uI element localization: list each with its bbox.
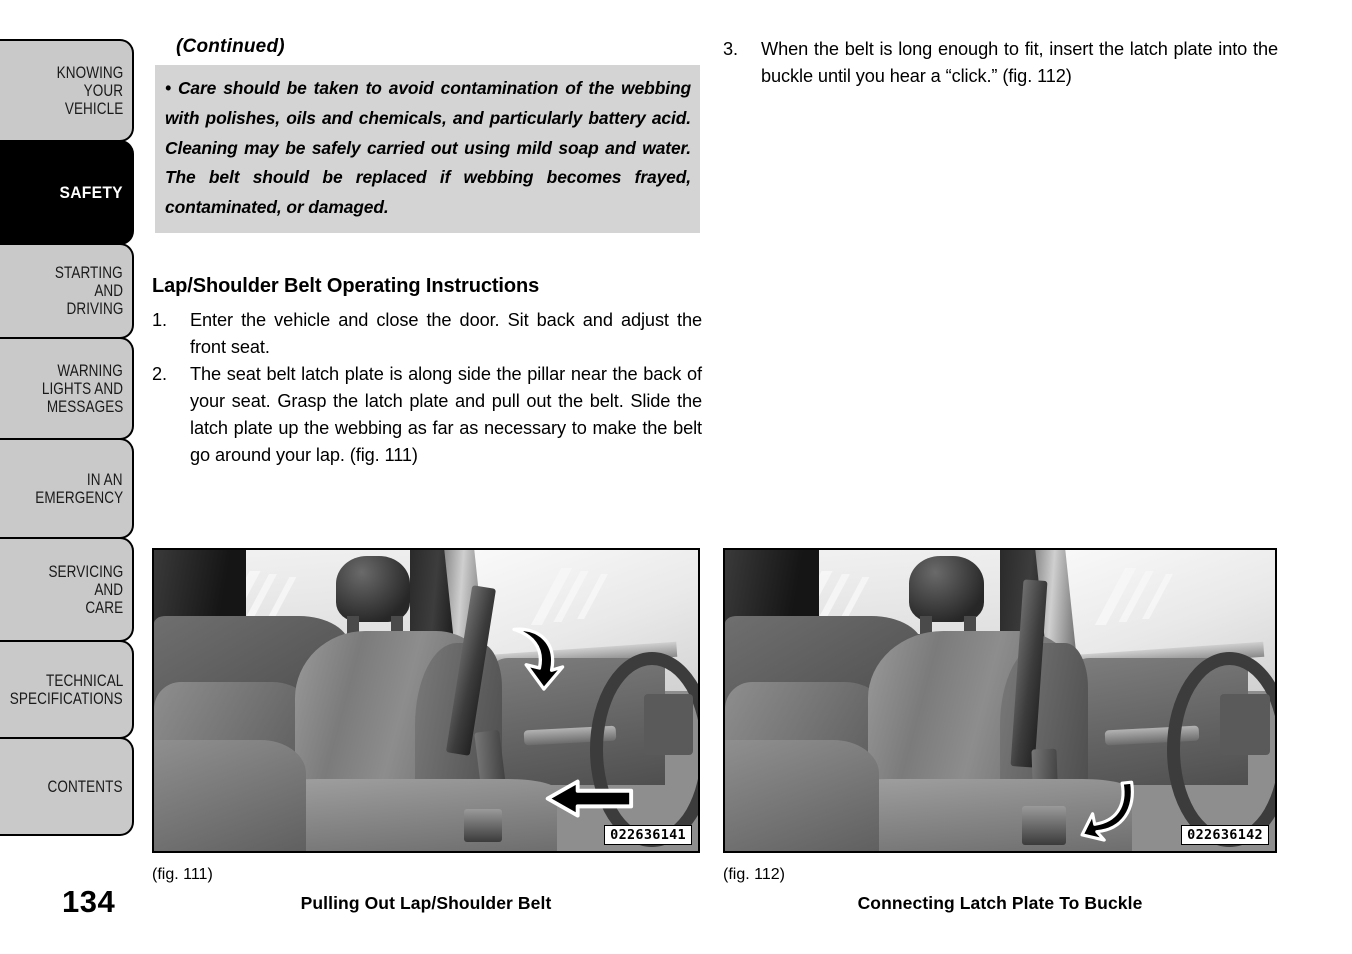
instruction-list-left: 1. Enter the vehicle and close the door.… xyxy=(152,307,702,469)
figure-112-caption: (fig. 112) xyxy=(723,866,785,883)
curved-arrow-down-left-icon xyxy=(1080,780,1134,842)
section-heading-lap-shoulder: Lap/Shoulder Belt Operating Instructions xyxy=(152,275,540,297)
car-interior-photo xyxy=(154,550,698,851)
instruction-step: 2. The seat belt latch plate is along si… xyxy=(152,361,702,469)
sidebar-tab-label: TECHNICAL xyxy=(45,671,123,690)
figure-111-image: 022636141 xyxy=(152,548,700,853)
sidebar-tab-label: DRIVING xyxy=(66,300,123,318)
sidebar-tab-safety[interactable]: SAFETY xyxy=(0,140,134,245)
sidebar-tab-label: MESSAGES xyxy=(46,397,123,416)
sidebar-tab-label: IN AN xyxy=(87,470,123,489)
car-interior-photo xyxy=(725,550,1275,851)
curved-arrow-down-icon xyxy=(512,627,565,691)
sidebar-tab-knowing-your-vehicle[interactable]: KNOWING YOUR VEHICLE xyxy=(0,39,134,142)
step-text: When the belt is long enough to fit, ins… xyxy=(761,39,1278,86)
figure-112-image: 022636142 xyxy=(723,548,1277,853)
figure-image-id: 022636141 xyxy=(604,825,692,845)
sidebar-tab-label: VEHICLE xyxy=(64,99,123,118)
step-number: 2. xyxy=(152,364,167,384)
warning-callout-text: • Care should be taken to avoid contamin… xyxy=(165,78,691,218)
sidebar-tab-technical-specifications[interactable]: TECHNICAL SPECIFICATIONS xyxy=(0,640,134,739)
instruction-step: 3. When the belt is long enough to fit, … xyxy=(723,36,1278,90)
step-number: 1. xyxy=(152,310,167,330)
sidebar-tab-label: KNOWING xyxy=(56,63,123,82)
step-text: Enter the vehicle and close the door. Si… xyxy=(190,310,702,357)
warning-callout-box: • Care should be taken to avoid contamin… xyxy=(155,65,700,233)
instruction-list-right: 3. When the belt is long enough to fit, … xyxy=(723,36,1278,90)
instruction-step: 1. Enter the vehicle and close the door.… xyxy=(152,307,702,361)
sidebar-tab-label: CARE xyxy=(85,598,123,617)
sidebar-tab-contents[interactable]: CONTENTS xyxy=(0,737,134,836)
page-number: 134 xyxy=(62,884,116,919)
figure-111-title: Pulling Out Lap/Shoulder Belt xyxy=(300,893,552,913)
sidebar-tab-servicing-and-care[interactable]: SERVICING AND CARE xyxy=(0,537,134,642)
sidebar-tab-warning-lights-and-messages[interactable]: WARNING LIGHTS AND MESSAGES xyxy=(0,337,134,440)
sidebar-tab-label: YOUR xyxy=(83,81,123,100)
sidebar-tab-label: WARNING xyxy=(57,361,123,380)
step-text: The seat belt latch plate is along side … xyxy=(190,364,702,465)
left-arrow-icon xyxy=(545,779,633,818)
sidebar-tab-label: AND xyxy=(94,580,123,599)
section-tab-sidebar: KNOWING YOUR VEHICLE SAFETY STARTING AND… xyxy=(0,39,134,836)
sidebar-tab-starting-and-driving[interactable]: STARTING AND DRIVING xyxy=(0,243,134,339)
continued-label: (Continued) xyxy=(176,36,285,57)
step-number: 3. xyxy=(723,39,738,59)
sidebar-tab-label: SERVICING xyxy=(48,562,123,581)
sidebar-tab-label: LIGHTS AND xyxy=(41,379,123,398)
sidebar-tab-label: CONTENTS xyxy=(47,777,123,796)
sidebar-tab-label: AND xyxy=(94,282,123,300)
sidebar-tab-in-an-emergency[interactable]: IN AN EMERGENCY xyxy=(0,438,134,539)
sidebar-tab-label: STARTING xyxy=(55,264,123,282)
sidebar-tab-label: EMERGENCY xyxy=(35,488,123,507)
sidebar-tab-label: SAFETY xyxy=(59,182,123,202)
sidebar-tab-label: SPECIFICATIONS xyxy=(10,689,123,708)
figure-image-id: 022636142 xyxy=(1181,825,1269,845)
figure-111-caption: (fig. 111) xyxy=(152,866,213,883)
figure-112-title: Connecting Latch Plate To Buckle xyxy=(857,893,1143,913)
